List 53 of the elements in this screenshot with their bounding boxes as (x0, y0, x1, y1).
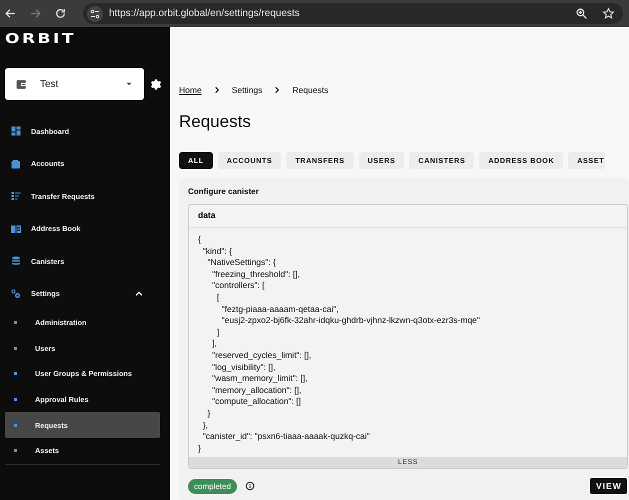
chevron-right-icon (212, 86, 221, 94)
page-title: Requests (179, 111, 252, 133)
chevron-right-icon (273, 86, 282, 94)
logo-text[interactable]: ORBIT (0, 27, 170, 49)
code-line: [ (216, 292, 220, 304)
database-icon (10, 255, 22, 268)
bullet-icon (14, 398, 17, 402)
code-line: "compute_allocation": [] (211, 396, 302, 408)
breadcrumb-link[interactable]: Home (179, 85, 202, 95)
code-line: } (206, 408, 212, 420)
code-line: ], (211, 338, 218, 350)
code-line: "log_visibility": [], (211, 362, 276, 374)
code-line: "controllers": [ (211, 280, 266, 292)
code-line: "freezing_threshold": [], (211, 268, 301, 280)
reload-icon[interactable] (54, 7, 67, 20)
code-line: "feztg-piaaa-aaaam-qetaa-cai", (220, 304, 340, 316)
code-line: "reserved_cycles_limit": [], (211, 350, 312, 362)
view-button[interactable]: VIEW (590, 478, 627, 494)
back-arrow-icon[interactable] (4, 7, 17, 20)
station-selector[interactable]: Test (5, 68, 144, 100)
code-line: "kind": { (202, 246, 233, 258)
book-icon (10, 222, 22, 235)
info-icon[interactable] (244, 481, 255, 492)
url-text: https://app.orbit.global/en/settings/requests (109, 8, 300, 19)
code-line: } (198, 442, 202, 454)
bullet-icon (14, 346, 17, 350)
status-chip: completed (188, 478, 237, 494)
code-line: "wasm_memory_limit": [], (211, 373, 308, 385)
bullet-icon (14, 449, 17, 452)
site-info-icon[interactable] (87, 6, 103, 22)
bullet-icon (14, 372, 17, 376)
dashboard-icon (10, 125, 22, 138)
bullet-icon (14, 424, 17, 427)
breadcrumb-text: Settings (232, 85, 262, 95)
list-icon (10, 190, 22, 202)
code-line: "NativeSettings": { (206, 257, 277, 269)
code-line: "canister_id": "psxn6-tiaaa-aaaak-quzkq-cai" (202, 431, 371, 443)
code-line: ] (216, 326, 220, 338)
settings-icon[interactable] (149, 78, 162, 90)
wallet-icon (15, 78, 28, 90)
code-line: }, (202, 420, 209, 432)
data-label: data (189, 205, 627, 228)
code-line: { (198, 234, 202, 246)
wallet-icon (10, 158, 22, 170)
star-icon[interactable] (602, 7, 615, 20)
code-line: "memory_allocation": [], (211, 384, 302, 396)
code-line: "eusj2-zpxo2-bj6fk-32ahr-idqku-ghdrb-vjhnz-lkzwn-q3otx-ezr3s-mqe" (220, 315, 481, 327)
address-bar[interactable]: https://app.orbit.global/en/settings/requests (83, 3, 623, 24)
request-title: Configure canister (188, 186, 260, 198)
station-name: Test (40, 78, 60, 90)
bullet-icon (14, 321, 17, 324)
breadcrumb-text: Requests (292, 85, 328, 95)
zoom-icon[interactable] (575, 7, 588, 20)
